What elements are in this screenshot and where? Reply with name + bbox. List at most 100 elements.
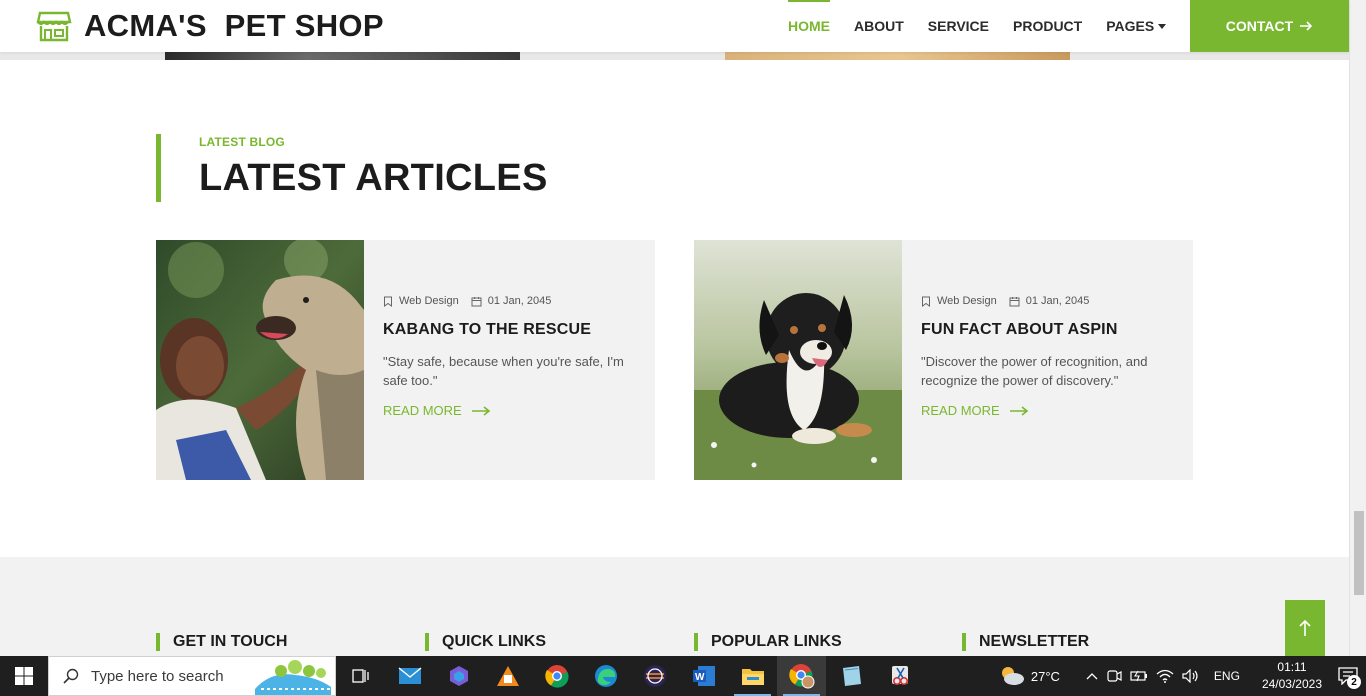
svg-text:W: W [695, 672, 705, 683]
article-body: Web Design 01 Jan, 2045 KABANG TO THE RE… [364, 240, 655, 480]
article-title[interactable]: FUN FACT ABOUT ASPIN [921, 321, 1193, 339]
calendar-icon [471, 296, 482, 306]
hero-photo-strip [0, 52, 1349, 60]
article-category-label: Web Design [937, 295, 997, 307]
article-card: Web Design 01 Jan, 2045 FUN FACT ABOUT A… [694, 240, 1193, 480]
camera-icon [1107, 670, 1122, 682]
navbar: ACMA'S PET SHOP HOME ABOUT SERVICE PRODU… [0, 0, 1349, 52]
article-date: 01 Jan, 2045 [471, 295, 552, 307]
taskbar-search[interactable]: Type here to search [48, 656, 336, 696]
taskbar-eclipse[interactable] [630, 656, 679, 696]
task-view-icon [351, 669, 369, 683]
contact-button[interactable]: CONTACT [1190, 0, 1349, 52]
nav-product[interactable]: PRODUCT [1001, 0, 1094, 52]
article-date-label: 01 Jan, 2045 [487, 295, 552, 307]
taskbar-notebook[interactable] [826, 656, 875, 696]
scrollbar-thumb[interactable] [1354, 511, 1364, 595]
taskbar-snipping[interactable] [875, 656, 924, 696]
footer-heading-newsletter: NEWSLETTER [962, 633, 1089, 651]
scissors-icon [891, 666, 908, 686]
chrome-profile-icon [788, 664, 814, 689]
bookmark-icon [384, 296, 392, 307]
nav-about-label: ABOUT [854, 18, 904, 34]
read-more-link[interactable]: READ MORE [921, 403, 1193, 418]
system-tray: 27°C ENG 01:11 24/03/2023 2 [995, 656, 1366, 696]
taskbar-chrome[interactable] [532, 656, 581, 696]
read-more-label: READ MORE [921, 403, 1000, 418]
dog-on-grass-photo[interactable] [694, 240, 902, 480]
notification-count: 2 [1347, 675, 1361, 689]
taskbar-file-explorer[interactable] [728, 656, 777, 696]
article-card: Web Design 01 Jan, 2045 KABANG TO THE RE… [156, 240, 655, 480]
caret-down-icon [1158, 23, 1167, 29]
nav-product-label: PRODUCT [1013, 18, 1083, 34]
nav-about[interactable]: ABOUT [842, 0, 916, 52]
main-nav: HOME ABOUT SERVICE PRODUCT PAGES [776, 0, 1178, 52]
taskbar-edge[interactable] [581, 656, 630, 696]
clock-time: 01:11 [1277, 660, 1307, 674]
wifi-icon [1156, 669, 1174, 683]
article-body: Web Design 01 Jan, 2045 FUN FACT ABOUT A… [902, 240, 1193, 480]
taskbar-app-orange[interactable] [483, 656, 532, 696]
taskbar-word[interactable]: W [679, 656, 728, 696]
read-more-link[interactable]: READ MORE [383, 403, 655, 418]
article-date-label: 01 Jan, 2045 [1025, 295, 1090, 307]
edge-icon [594, 665, 617, 687]
child-with-dog-photo[interactable] [156, 240, 364, 480]
back-to-top-button[interactable] [1285, 600, 1325, 656]
show-hidden-icons[interactable] [1082, 672, 1102, 680]
article-date: 01 Jan, 2045 [1009, 295, 1090, 307]
brand[interactable]: ACMA'S PET SHOP [36, 8, 384, 44]
word-icon: W [692, 666, 715, 686]
notifications-button[interactable]: 2 [1330, 656, 1366, 696]
article-meta: Web Design 01 Jan, 2045 [921, 295, 1193, 307]
brand-name: ACMA'S PET SHOP [84, 8, 384, 43]
hero-photo-dark [165, 52, 520, 60]
clock[interactable]: 01:11 24/03/2023 [1254, 659, 1330, 693]
taskbar-chrome-profile[interactable] [777, 656, 826, 696]
eclipse-icon [643, 665, 666, 687]
tray-volume[interactable] [1178, 669, 1204, 683]
section-title: LATEST ARTICLES [199, 157, 548, 199]
arrow-right-icon [1300, 21, 1313, 31]
tray-wifi[interactable] [1152, 669, 1178, 683]
article-category-label: Web Design [399, 295, 459, 307]
language-indicator[interactable]: ENG [1210, 669, 1244, 683]
article-category[interactable]: Web Design [921, 295, 997, 307]
windows-logo-icon [15, 667, 33, 685]
blog-heading: LATEST BLOG LATEST ARTICLES [156, 134, 548, 202]
nav-home[interactable]: HOME [776, 0, 842, 52]
notebook-icon [842, 666, 861, 686]
read-more-label: READ MORE [383, 403, 462, 418]
shapes-app-icon [496, 666, 519, 686]
tray-meet[interactable] [1102, 668, 1126, 684]
nav-service[interactable]: SERVICE [916, 0, 1001, 52]
nav-pages-dropdown[interactable]: PAGES [1094, 0, 1178, 52]
article-image [694, 240, 902, 480]
shop-icon [36, 11, 72, 42]
taskbar-mail[interactable] [385, 656, 434, 696]
article-category[interactable]: Web Design [383, 295, 459, 307]
bookmark-icon [922, 296, 930, 307]
long-arrow-right-icon [1009, 405, 1029, 416]
article-title[interactable]: KABANG TO THE RESCUE [383, 321, 655, 339]
start-button[interactable] [0, 656, 48, 696]
taskbar: Type here to search W 27°C ENG 01:11 24/… [0, 656, 1366, 696]
search-highlight-illustration [255, 660, 331, 695]
weather-widget[interactable]: 27°C [995, 665, 1064, 687]
article-image [156, 240, 364, 480]
page-scrollbar[interactable] [1349, 0, 1366, 656]
chrome-icon [544, 665, 569, 688]
tray-battery[interactable] [1126, 669, 1152, 683]
section-eyebrow: LATEST BLOG [199, 135, 285, 149]
hexagon-app-icon [449, 666, 468, 686]
footer-heading-get-in-touch: GET IN TOUCH [156, 633, 287, 651]
speaker-icon [1182, 669, 1198, 683]
weather-temp: 27°C [1030, 668, 1060, 684]
nav-home-label: HOME [788, 18, 830, 34]
taskbar-copilot[interactable] [434, 656, 483, 696]
task-view-button[interactable] [336, 656, 385, 696]
footer-heading-quick-links: QUICK LINKS [425, 633, 546, 651]
cloudy-weather-icon [1001, 667, 1024, 685]
chevron-up-icon [1086, 673, 1098, 680]
